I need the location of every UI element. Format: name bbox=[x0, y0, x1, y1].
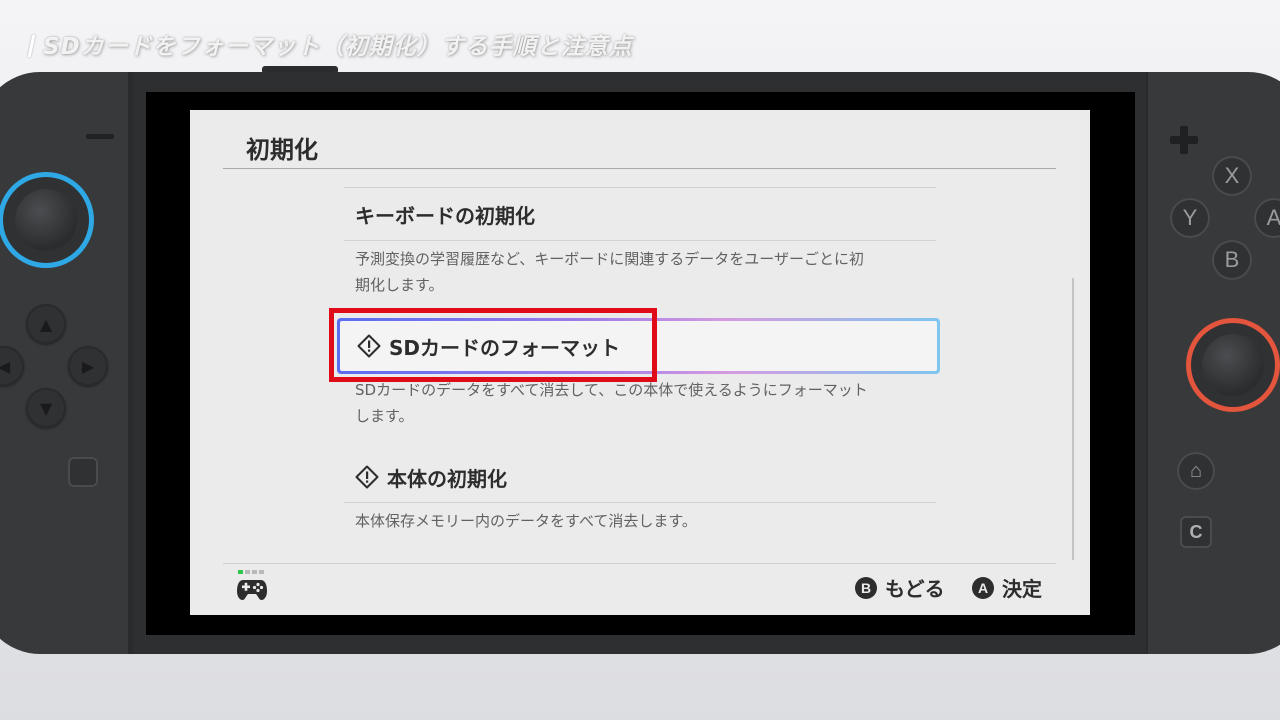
title-divider bbox=[223, 168, 1056, 169]
item-description: 予測変換の学習履歴など、キーボードに関連するデータをユーザーごとに初 期化します… bbox=[355, 250, 864, 294]
b-button[interactable]: B bbox=[1212, 240, 1252, 280]
home-button[interactable]: ⌂ bbox=[1177, 452, 1215, 490]
warning-icon bbox=[355, 465, 379, 489]
plus-button-h[interactable] bbox=[1170, 136, 1198, 144]
x-button[interactable]: X bbox=[1212, 156, 1252, 196]
video-title: SDカードをフォーマット（初期化）する手順と注意点 bbox=[27, 27, 633, 61]
item-label: 本体の初期化 bbox=[387, 466, 507, 491]
right-stick[interactable] bbox=[1186, 318, 1280, 412]
highlight-annotation-box bbox=[329, 308, 657, 382]
a-button[interactable]: A bbox=[1254, 198, 1280, 238]
sd-format-description-block: SDカードのデータをすべて消去して、この本体で使えるようにフォーマット します。 bbox=[344, 377, 936, 429]
b-button-icon: B bbox=[855, 576, 877, 599]
right-joycon: X Y A B ⌂ C bbox=[1148, 72, 1280, 654]
scrollbar[interactable] bbox=[1072, 278, 1074, 560]
dpad-left-button[interactable]: ◀ bbox=[0, 346, 24, 386]
item-description: 本体保存メモリー内のデータをすべて消去します。 bbox=[355, 512, 697, 530]
dpad-down-button[interactable]: ▼ bbox=[26, 388, 66, 428]
controller-icon bbox=[237, 580, 267, 600]
left-stick[interactable] bbox=[0, 172, 94, 268]
footer-divider bbox=[223, 563, 1056, 564]
dpad-up-button[interactable]: ▲ bbox=[26, 304, 66, 344]
video-title-text: SDカードをフォーマット（初期化）する手順と注意点 bbox=[43, 34, 633, 60]
item-description: SDカードのデータをすべて消去して、この本体で使えるようにフォーマット します。 bbox=[355, 381, 868, 425]
back-hint[interactable]: B もどる bbox=[855, 573, 945, 602]
confirm-hint[interactable]: A 決定 bbox=[972, 573, 1042, 602]
a-button-icon: A bbox=[972, 576, 994, 599]
minus-button[interactable] bbox=[86, 134, 114, 139]
item-label: キーボードの初期化 bbox=[355, 203, 535, 228]
title-bar-accent bbox=[27, 35, 36, 57]
confirm-label: 決定 bbox=[1002, 577, 1042, 601]
dpad-right-button[interactable]: ▶ bbox=[68, 346, 108, 386]
list-item-system-reset[interactable]: 本体の初期化 本体保存メモリー内のデータをすべて消去します。 bbox=[344, 452, 936, 534]
page-title: 初期化 bbox=[246, 136, 318, 164]
list-item-keyboard-reset[interactable]: キーボードの初期化 予測変換の学習履歴など、キーボードに関連するデータをユーザー… bbox=[344, 188, 936, 298]
home-icon: ⌂ bbox=[1189, 459, 1203, 482]
back-label: もどる bbox=[885, 577, 945, 601]
y-button[interactable]: Y bbox=[1170, 198, 1210, 238]
capture-button[interactable]: C bbox=[1180, 516, 1212, 548]
capture-square-button[interactable] bbox=[68, 457, 98, 487]
settings-screen: 初期化 キーボードの初期化 予測変換の学習履歴など、キーボードに関連するデータを… bbox=[190, 110, 1090, 615]
player-indicator bbox=[238, 570, 264, 574]
left-joycon: ▲ ▼ ◀ ▶ bbox=[0, 72, 132, 654]
